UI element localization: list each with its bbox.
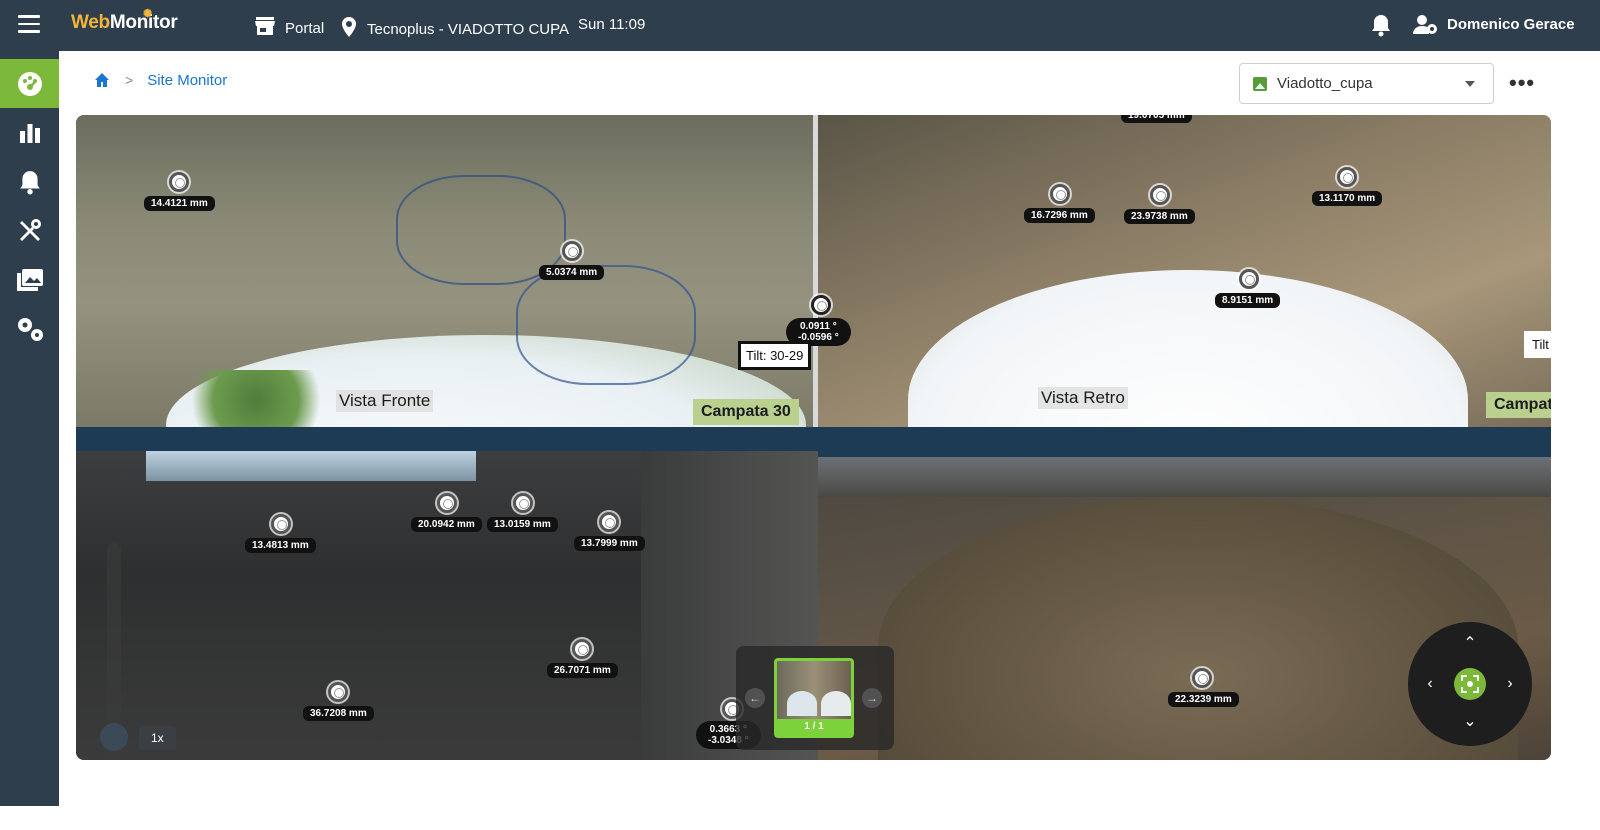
portal-link[interactable]: Portal (254, 16, 324, 40)
menu-icon[interactable] (18, 15, 40, 35)
sensor-value: 23.9738 mm (1124, 209, 1195, 224)
zoom-level: 1x (139, 726, 176, 750)
tilt-caption: Tilt (1524, 331, 1551, 358)
site-selector-header[interactable]: Tecnoplus - VIADOTTO CUPA (340, 16, 569, 42)
sensor-marker[interactable] (1150, 185, 1170, 205)
logo-spark-icon: ✺ (143, 8, 152, 20)
top-bar: WebMonitor ✺ Portal Tecnoplus - VIADOTTO… (0, 0, 1600, 51)
sidebar-item-gallery[interactable] (0, 255, 59, 304)
sensor-value: 13.1170 mm (1312, 191, 1383, 206)
sidebar-item-tools[interactable] (0, 206, 59, 255)
site-image-select-value: Viadotto_cupa (1277, 75, 1373, 92)
sensor-marker[interactable] (599, 512, 619, 532)
panel-vista-fronte: Vista Fronte Campata 30 14.4121 mm 5.037… (76, 115, 813, 427)
panel-bottom-left: 13.4813 mm 20.0942 mm 13.0159 mm 13.7999… (76, 451, 818, 760)
sensor-marker[interactable] (1050, 184, 1070, 204)
chevron-right-icon: > (125, 72, 134, 88)
sensor-marker[interactable] (328, 682, 348, 702)
zoom-slider-handle[interactable] (100, 723, 128, 751)
more-options-icon[interactable]: ••• (1509, 70, 1535, 96)
sensor-value: 13.0159 mm (487, 517, 558, 532)
bell-icon (19, 170, 40, 194)
sensor-value: 22.3239 mm (1168, 692, 1239, 707)
sidebar-item-settings[interactable] (0, 304, 59, 353)
thumbnail-item[interactable]: 1 / 1 (774, 658, 854, 738)
foliage (176, 370, 336, 427)
crack-trace (516, 265, 696, 385)
close-icon[interactable]: ✕ (18, 804, 36, 830)
sensor-value: 13.4813 mm (245, 538, 316, 553)
sky-strip (146, 451, 476, 481)
main-content: > Site Monitor Viadotto_cupa ••• Vista F… (59, 51, 1600, 806)
navigation-pad: ⌃ ‹ › ⌄ (1408, 622, 1532, 746)
sensor-marker[interactable] (271, 514, 291, 534)
sensor-marker[interactable] (572, 639, 592, 659)
span-label: Campat (1486, 392, 1551, 418)
location-pin-icon (340, 16, 358, 42)
sensor-marker[interactable] (562, 241, 582, 261)
railing (818, 457, 1551, 497)
panel-divider (813, 115, 818, 427)
sensor-value: 19.0705 mm (1121, 115, 1192, 123)
clock-label: Sun 11:09 (578, 16, 646, 33)
store-icon (254, 16, 276, 40)
user-settings-icon[interactable] (1413, 14, 1439, 41)
tilt-sensor-marker[interactable] (811, 295, 831, 315)
breadcrumb: > Site Monitor (93, 71, 227, 89)
notifications-bell-icon[interactable] (1370, 13, 1392, 42)
user-name[interactable]: Domenico Gerace (1447, 16, 1575, 33)
sensor-marker[interactable] (1239, 269, 1259, 289)
tilt-caption: Tilt: 30-29 (738, 341, 812, 370)
tools-icon (19, 218, 41, 241)
sidebar: ✕ (0, 51, 59, 829)
image-viewer[interactable]: Vista Fronte Campata 30 14.4121 mm 5.037… (76, 115, 1551, 760)
sensor-marker[interactable] (169, 172, 189, 192)
sensor-value: 16.7296 mm (1024, 208, 1095, 223)
sensor-marker[interactable] (513, 493, 533, 513)
site-image-select[interactable]: Viadotto_cupa (1239, 63, 1494, 104)
breadcrumb-site-monitor[interactable]: Site Monitor (147, 72, 227, 89)
gears-icon (17, 317, 43, 341)
image-icon (1253, 76, 1267, 91)
view-title: Vista Retro (1038, 387, 1128, 409)
gallery-icon (16, 268, 43, 291)
focus-icon (1461, 675, 1479, 693)
sensor-value: 36.7208 mm (303, 706, 374, 721)
sensor-marker[interactable] (1192, 668, 1212, 688)
sidebar-item-dashboard[interactable] (0, 59, 59, 108)
thumbnail-counter: 1 / 1 (777, 719, 851, 735)
gauge-icon (17, 71, 42, 96)
arch-opening (908, 270, 1468, 427)
pan-up-icon[interactable]: ⌃ (1460, 634, 1480, 654)
tilt-value-x: 0.0911 ° (799, 321, 837, 332)
view-title: Vista Fronte (336, 390, 434, 412)
pan-left-icon[interactable]: ‹ (1420, 674, 1440, 694)
sensor-value: 13.7999 mm (574, 536, 645, 551)
sensor-value: 8.9151 mm (1215, 293, 1281, 308)
panel-vista-retro: Vista Retro Campat Tilt 19.0705 mm 16.72… (818, 115, 1551, 427)
pan-right-icon[interactable]: › (1500, 674, 1520, 694)
thumbnail-prev-icon[interactable]: ← (745, 688, 765, 708)
sidebar-item-charts[interactable] (0, 108, 59, 157)
pan-down-icon[interactable]: ⌄ (1460, 712, 1480, 732)
sensor-value: 5.0374 mm (539, 265, 605, 280)
sensor-value: 14.4121 mm (144, 196, 215, 211)
sensor-value: 20.0942 mm (411, 517, 482, 532)
home-icon[interactable] (93, 71, 111, 89)
sensor-marker[interactable] (1337, 167, 1357, 187)
sensor-value: 26.7071 mm (547, 663, 618, 678)
chevron-down-icon (1465, 81, 1475, 87)
recenter-button[interactable] (1454, 668, 1486, 700)
app-logo: WebMonitor ✺ (71, 8, 178, 33)
bar-chart-icon (19, 123, 40, 143)
thumbnail-next-icon[interactable]: → (862, 688, 882, 708)
span-label: Campata 30 (693, 399, 799, 425)
sidebar-item-alarms[interactable] (0, 157, 59, 206)
sensor-marker[interactable] (437, 493, 457, 513)
